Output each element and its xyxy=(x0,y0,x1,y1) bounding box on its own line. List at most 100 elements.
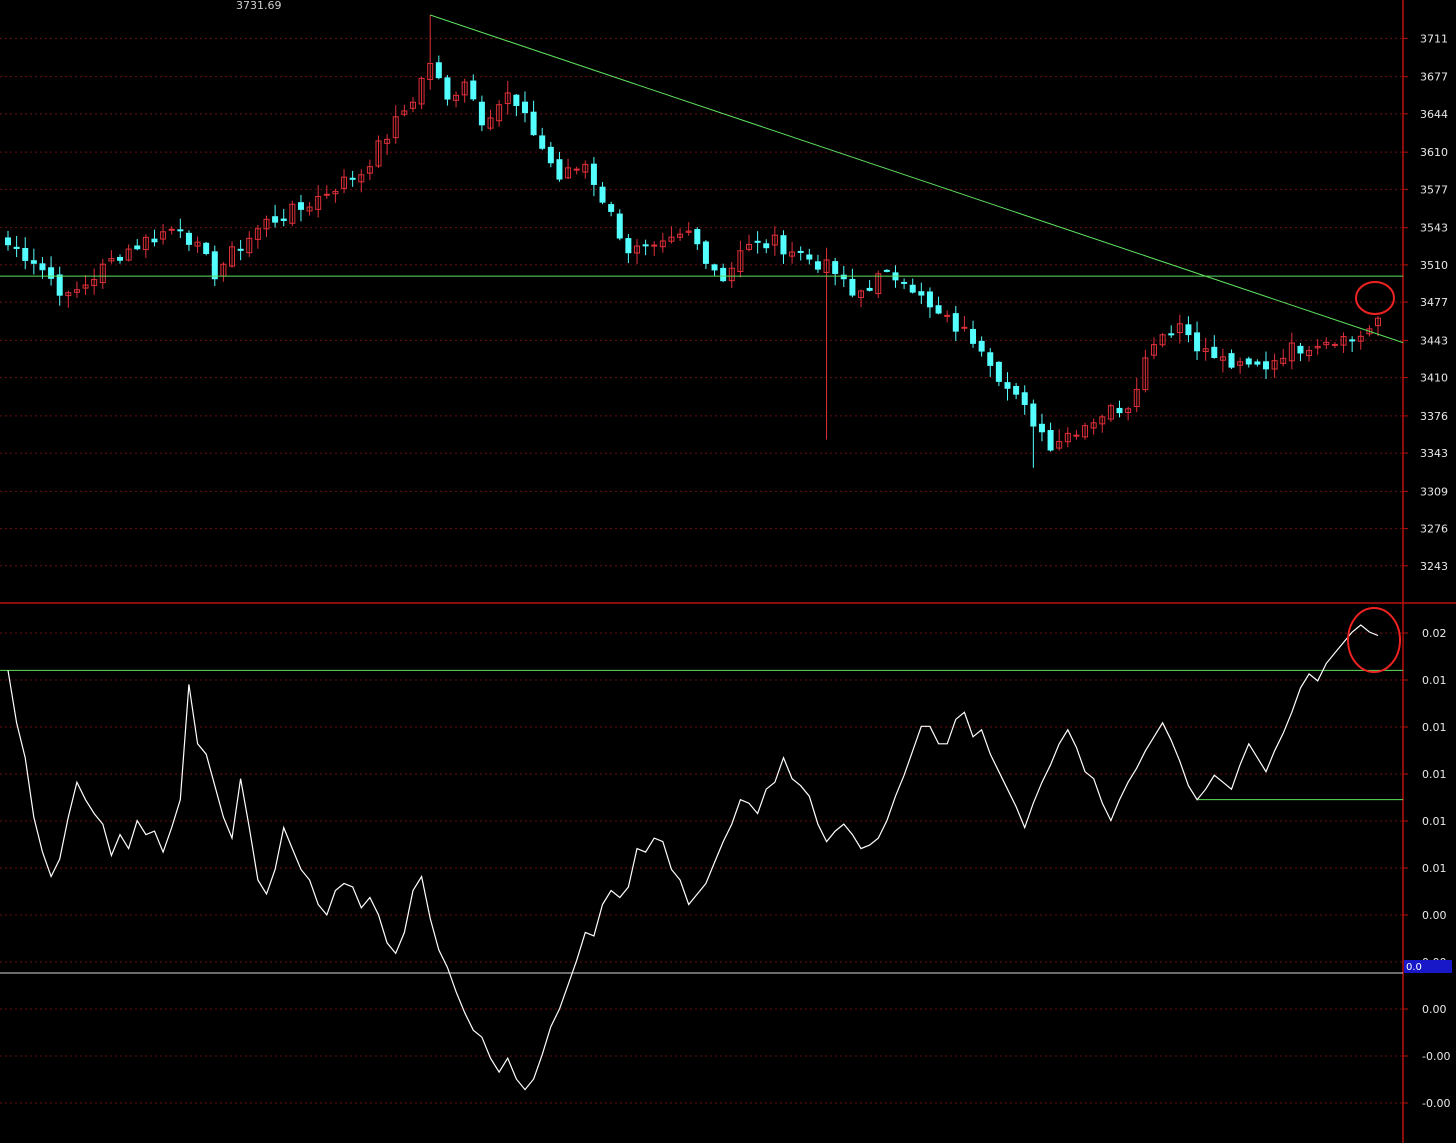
candle-body-down xyxy=(117,256,124,261)
indicator-tick-label: 0.02 xyxy=(1422,627,1447,640)
candle-body-down xyxy=(435,62,442,79)
candle-body-down xyxy=(694,229,701,245)
candle-body-down xyxy=(814,261,821,270)
candle-body-down xyxy=(280,218,287,221)
candle-body-down xyxy=(1349,339,1356,342)
candle-body-down xyxy=(970,328,977,344)
candle-body-down xyxy=(978,340,985,352)
price-tick-label: 3343 xyxy=(1420,447,1448,460)
candle-body-down xyxy=(849,278,856,296)
candle-body-down xyxy=(48,267,55,279)
candle-body-down xyxy=(901,281,908,284)
candle-body-down xyxy=(909,284,916,293)
candle-body-down xyxy=(926,291,933,308)
candle-body-down xyxy=(237,248,244,251)
price-tick-label: 3243 xyxy=(1420,560,1448,573)
candle-body-down xyxy=(539,135,546,149)
candle-body-down xyxy=(599,186,606,203)
candle-body-down xyxy=(763,243,770,249)
indicator-tick-label: -0.00 xyxy=(1422,1097,1450,1110)
candle-body-down xyxy=(754,240,761,243)
candle-body-down xyxy=(203,242,210,255)
value-marker[interactable]: 0.0 xyxy=(1404,960,1452,973)
candle-body-down xyxy=(13,246,20,250)
candle-body-up xyxy=(573,168,580,171)
price-tick-label: 3309 xyxy=(1420,485,1448,498)
candle-body-down xyxy=(702,241,709,264)
stock-chart: 3711 3677 3644 3610 3577 3543 3510 3477 3443 3410… xyxy=(0,0,1456,1143)
indicator-tick-label: 0.00 xyxy=(1422,1003,1447,1016)
indicator-tick-label: -0.00 xyxy=(1422,1050,1450,1063)
candle-body-down xyxy=(1245,358,1252,365)
indicator-tick-label: 0.01 xyxy=(1422,862,1447,875)
chart-background xyxy=(0,0,1456,1143)
value-marker-text: 0.0 xyxy=(1406,962,1422,973)
price-tick-label: 3510 xyxy=(1420,259,1448,272)
candle-body-down xyxy=(797,250,804,253)
candle-body-down xyxy=(530,111,537,136)
indicator-tick-label: 0.01 xyxy=(1422,721,1447,734)
candle-body-down xyxy=(151,238,158,243)
candle-body-down xyxy=(995,361,1002,382)
candle-body-down xyxy=(952,313,959,332)
candle-body-down xyxy=(134,245,141,250)
candle-body-down xyxy=(1021,392,1028,405)
candle-body-down xyxy=(478,101,485,126)
candle-body-down xyxy=(720,267,727,282)
candle-body-down xyxy=(1228,353,1235,368)
candle-body-down xyxy=(832,261,839,274)
candle-body-down xyxy=(556,159,563,180)
candle-body-down xyxy=(1030,403,1037,427)
candle-body-down xyxy=(1168,333,1175,336)
candle-body-down xyxy=(22,248,29,261)
price-tick-label: 3376 xyxy=(1420,410,1448,423)
candle-body-down xyxy=(444,77,451,100)
candle-body-down xyxy=(883,269,890,272)
candle-body-down xyxy=(1262,361,1269,370)
indicator-tick-label: 0.01 xyxy=(1422,674,1447,687)
candle-body-down xyxy=(470,80,477,100)
candle-body-down xyxy=(30,260,37,264)
candle-body-down xyxy=(625,238,632,254)
price-tick-label: 3644 xyxy=(1420,108,1448,121)
candle-body-up xyxy=(323,193,330,196)
candle-body-down xyxy=(1116,407,1123,414)
candle-body-down xyxy=(513,94,520,107)
candle-body-down xyxy=(608,204,615,212)
price-tick-label: 3477 xyxy=(1420,296,1448,309)
candle-body-down xyxy=(297,202,304,210)
candle-body-down xyxy=(1013,386,1020,395)
candle-body-down xyxy=(547,146,554,164)
candle-body-down xyxy=(616,213,623,239)
candle-body-down xyxy=(211,251,218,280)
candle-body-down xyxy=(780,235,787,255)
price-tick-label: 3543 xyxy=(1420,222,1448,235)
candle-body-down xyxy=(711,264,718,271)
indicator-tick-label: 0.01 xyxy=(1422,815,1447,828)
candle-body-down xyxy=(521,101,528,114)
candle-body-down xyxy=(1038,423,1045,433)
candle-body-down xyxy=(590,163,597,185)
candle-body-down xyxy=(1004,382,1011,389)
candle-body-down xyxy=(177,229,184,232)
price-tick-label: 3443 xyxy=(1420,334,1448,347)
candle-body-up xyxy=(168,228,175,231)
candle-body-down xyxy=(806,254,813,260)
price-tick-label: 3276 xyxy=(1420,523,1448,536)
candle-body-down xyxy=(866,287,873,291)
price-tick-label: 3711 xyxy=(1420,32,1448,45)
price-tick-label: 3410 xyxy=(1420,372,1448,385)
candle-body-down xyxy=(1185,324,1192,336)
candle-body-up xyxy=(1331,343,1338,346)
indicator-tick-label: 0.01 xyxy=(1422,768,1447,781)
candle-body-down xyxy=(1254,361,1261,365)
candle-body-down xyxy=(272,216,279,223)
candle-body-up xyxy=(961,326,968,329)
candle-body-down xyxy=(918,291,925,296)
candle-body-down xyxy=(1211,346,1218,358)
candle-body-up xyxy=(651,244,658,247)
candle-body-up xyxy=(944,314,951,317)
candle-body-down xyxy=(1194,332,1201,352)
indicator-tick-label: 0.00 xyxy=(1422,909,1447,922)
price-tick-label: 3610 xyxy=(1420,146,1448,159)
